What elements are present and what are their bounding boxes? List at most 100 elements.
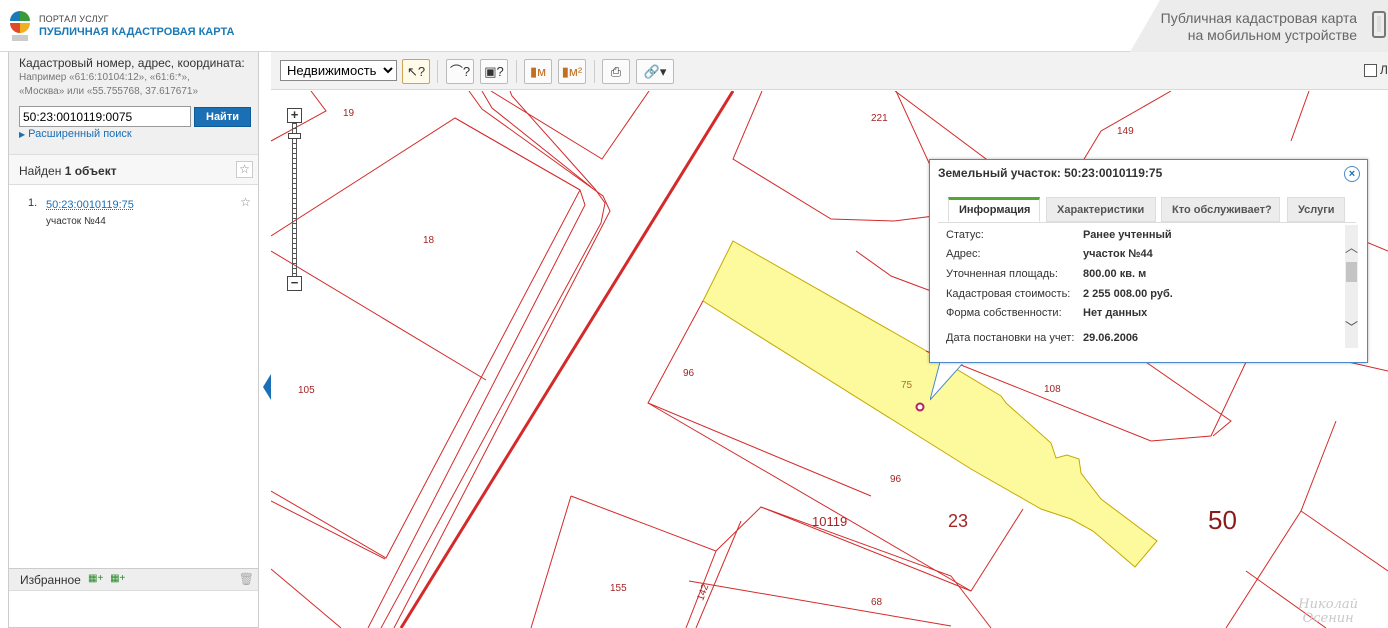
map-label: 105 [298, 385, 315, 396]
tab-who-serves[interactable]: Кто обслуживает? [1161, 197, 1280, 222]
parcel-info-popup: Земельный участок: 50:23:0010119:75 × Ин… [929, 159, 1368, 363]
search-button[interactable]: Найти [194, 107, 251, 127]
mobile-banner[interactable]: Публичная кадастровая карта на мобильном… [1100, 0, 1388, 52]
watermark-line1: Николай [1298, 597, 1358, 612]
parcel-221 [732, 91, 942, 222]
zoom-in-button[interactable]: + [287, 108, 302, 123]
prop-value: Ранее учтенный [1083, 229, 1172, 241]
results-prefix: Найден [19, 164, 65, 178]
map-label: 50 [1208, 505, 1237, 535]
chevron-up-icon[interactable]: ︿ [1345, 237, 1358, 256]
watermark: Николай Осенин [1298, 598, 1358, 626]
map-label: 149 [1117, 126, 1134, 137]
portal-logo[interactable] [8, 9, 32, 43]
parcel-lines-bottom-left-2 [271, 500, 386, 560]
zoom-slider-thumb[interactable] [288, 133, 301, 139]
popup-scrollbar[interactable]: ︿ ﹀ [1345, 225, 1358, 348]
toolbar-checkbox[interactable] [1364, 64, 1377, 77]
star-icon[interactable]: ☆ [236, 161, 253, 178]
result-link[interactable]: 50:23:0010119:75 [46, 199, 134, 211]
road-line [399, 91, 735, 628]
search-box: Кадастровый номер, адрес, координата: На… [9, 52, 258, 155]
tab-characteristics[interactable]: Характеристики [1046, 197, 1156, 222]
toolbar-separator [437, 60, 438, 83]
favorites-bar: Избранное ▦+ ▦+ 🗑 [9, 568, 258, 591]
watermark-line2: Осенин [1302, 611, 1354, 626]
layer-select[interactable]: Недвижимость [280, 60, 397, 81]
advanced-search-link[interactable]: ▶ Расширенный поиск [19, 128, 132, 140]
export-icons: ▦+ ▦+ [88, 573, 125, 584]
prop-value: 29.06.2006 [1083, 332, 1139, 344]
measure-area-icon[interactable]: ▮м² [558, 59, 586, 84]
toolbar-separator [516, 60, 517, 83]
search-example-2: «Москва» или «55.755768, 37.617671» [19, 86, 199, 97]
link-dropdown-icon[interactable]: 🔗▾ [636, 59, 674, 84]
identify-area-icon[interactable]: ⌒? [446, 59, 474, 84]
prop-value: 800.00 кв. м [1083, 268, 1147, 280]
prop-label: Уточненная площадь: [946, 268, 1058, 280]
export-excel-icon[interactable]: ▦+ [110, 573, 125, 584]
parcel-18 [271, 117, 581, 559]
measure-distance-icon[interactable]: ▮м [524, 59, 552, 84]
brand-title[interactable]: ПУБЛИЧНАЯ КАДАСТРОВАЯ КАРТА [39, 26, 234, 38]
parcel-155-b [570, 495, 717, 628]
info-region-icon[interactable]: ▣? [480, 59, 508, 84]
collapse-panel-handle[interactable] [263, 374, 271, 400]
scroll-thumb[interactable] [1346, 262, 1357, 282]
map-label: 19 [343, 108, 355, 119]
parcel-right-c [1225, 510, 1302, 628]
phone-icon [1372, 11, 1386, 38]
road-line-4 [393, 91, 611, 628]
tab-services[interactable]: Услуги [1287, 197, 1345, 222]
toolbar-separator [594, 60, 595, 83]
prop-value: Нет данных [1083, 307, 1148, 319]
map-label: 18 [423, 235, 435, 246]
prop-label: Адрес: [946, 248, 981, 260]
search-example-1: Например «61:6:10104:12», «61:6:*», [19, 72, 190, 83]
prop-label: Дата постановки на учет: [946, 332, 1075, 344]
prop-value: участок №44 [1083, 248, 1153, 260]
popup-pointer [930, 362, 964, 401]
close-icon[interactable]: × [1344, 166, 1360, 182]
search-input[interactable] [19, 106, 191, 127]
map-label: 23 [948, 511, 969, 531]
map-label: 155 [610, 583, 627, 594]
prop-value: 2 255 008.00 руб. [1083, 288, 1173, 300]
results-header: Найден 1 объект ☆ [9, 155, 258, 185]
chevron-down-icon[interactable]: ﹀ [1345, 317, 1358, 336]
road-line-3 [481, 91, 592, 188]
parcel-top-1 [490, 91, 650, 160]
selected-point [915, 402, 925, 412]
trash-icon[interactable]: 🗑 [239, 572, 254, 586]
triangle-right-icon: ▶ [19, 130, 26, 139]
map-label: 96 [683, 368, 695, 379]
popup-properties: Статус: Ранее учтенный Адрес: участок №4… [938, 222, 1358, 350]
star-icon[interactable]: ☆ [237, 195, 254, 212]
map-label: 96 [890, 474, 902, 485]
road-line-5 [367, 117, 586, 628]
mobile-banner-text: Публичная кадастровая карта на мобильном… [1161, 10, 1357, 44]
map-label: 10119 [812, 514, 848, 529]
identify-pointer-icon[interactable]: ↖? [402, 59, 430, 84]
header: ПОРТАЛ УСЛУГ ПУБЛИЧНАЯ КАДАСТРОВАЯ КАРТА… [0, 0, 1388, 52]
zoom-slider-track[interactable] [292, 123, 297, 276]
map-label: 68 [871, 597, 883, 608]
parcel-155 [530, 495, 572, 628]
map-label: 108 [1044, 384, 1061, 395]
popup-title: Земельный участок: 50:23:0010119:75 [938, 166, 1163, 180]
tab-info[interactable]: Информация [948, 197, 1040, 222]
export-xml-icon[interactable]: ▦+ [88, 573, 103, 584]
mobile-banner-line2: на мобильном устройстве [1187, 27, 1357, 43]
map-toolbar: Недвижимость ↖? ⌒? ▣? ▮м ▮м² ⎙ 🔗▾ Л [271, 52, 1388, 90]
prop-label: Кадастровая стоимость: [946, 288, 1071, 300]
result-address: участок №44 [46, 216, 106, 227]
map-label: 75 [901, 380, 913, 391]
map-label: 221 [871, 113, 888, 124]
prop-label: Форма собственности: [946, 307, 1062, 319]
zoom-out-button[interactable]: − [287, 276, 302, 291]
print-icon[interactable]: ⎙ [602, 59, 630, 84]
favorites-label: Избранное [20, 573, 81, 587]
brand-top: ПОРТАЛ УСЛУГ [39, 14, 109, 24]
parcel-lines-bottom-left [271, 568, 342, 628]
advanced-search-label: Расширенный поиск [28, 128, 132, 140]
